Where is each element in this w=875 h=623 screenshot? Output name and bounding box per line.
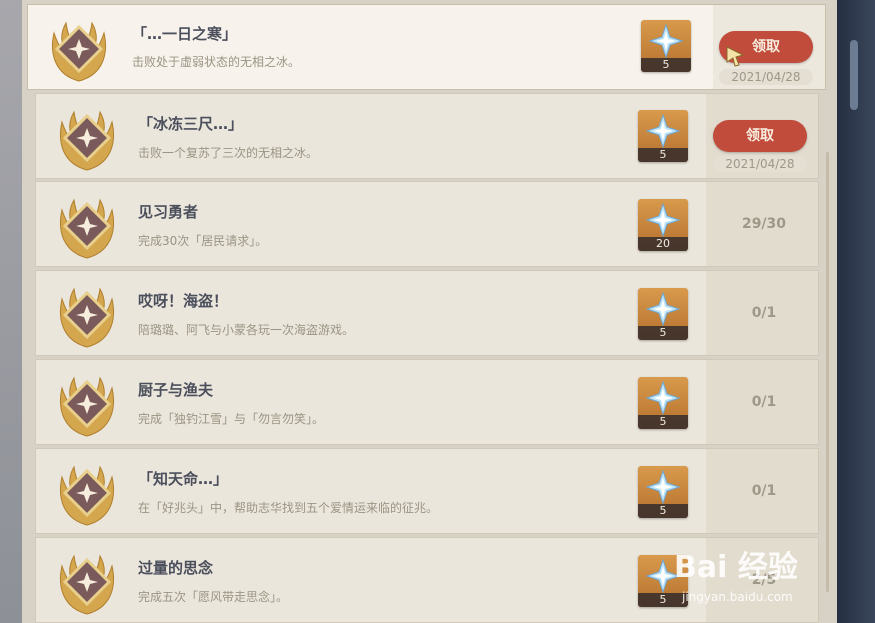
achievement-title: 「知天命…」 [138, 470, 229, 488]
achievement-title: 哎呀！海盗！ [138, 292, 229, 310]
reward-quantity: 5 [638, 415, 688, 429]
pointer-cursor-icon [726, 46, 745, 67]
achievement-row: 「知天命…」 在「好兆头」中，帮助志华找到五个爱情运来临的征兆。 5 0/1 [35, 448, 819, 534]
reward-item: 5 [638, 110, 688, 162]
reward-item: 20 [638, 199, 688, 251]
achievement-laurel-emblem-icon [59, 465, 115, 526]
completion-date: 2021/04/28 [719, 69, 813, 85]
achievement-progress: 0/1 [751, 394, 777, 410]
reward-quantity: 20 [638, 237, 688, 251]
background-left [0, 0, 22, 623]
reward-quantity: 5 [641, 58, 691, 72]
reward-item: 5 [638, 466, 688, 518]
claim-button[interactable]: 领取 [713, 120, 807, 152]
achievement-title: 「冰冻三尺…」 [138, 115, 244, 133]
achievement-title: 过量的思念 [138, 559, 214, 577]
achievement-laurel-emblem-icon [59, 198, 115, 259]
achievement-description: 在「好兆头」中，帮助志华找到五个爱情运来临的征兆。 [138, 501, 439, 515]
achievement-row: 厨子与渔夫 完成「独钓江雪」与「勿言勿笑」。 5 0/1 [35, 359, 819, 445]
watermark-url: jingyan.baidu.com [682, 590, 793, 604]
achievement-laurel-emblem-icon [59, 376, 115, 437]
reward-item: 5 [641, 20, 691, 72]
achievement-description: 击败处于虚弱状态的无相之冰。 [132, 55, 301, 69]
achievement-row: 哎呀！海盗！ 陪璐璐、阿飞与小蒙各玩一次海盗游戏。 5 0/1 [35, 270, 819, 356]
achievement-description: 完成「独钓江雪」与「勿言勿笑」。 [138, 412, 325, 426]
primogem-icon [646, 114, 680, 148]
achievement-row: 「…一日之寒」 击败处于虚弱状态的无相之冰。 5 领取 2021/04/28 [27, 4, 826, 90]
primogem-icon [646, 470, 680, 504]
achievement-row: 「冰冻三尺…」 击败一个复苏了三次的无相之冰。 5 领取 2021/04/28 [35, 93, 819, 179]
primogem-icon [646, 381, 680, 415]
achievement-laurel-emblem-icon [51, 21, 107, 82]
achievement-progress: 0/1 [751, 483, 777, 499]
reward-quantity: 5 [638, 326, 688, 340]
reward-item: 5 [638, 377, 688, 429]
achievement-description: 完成五次「愿风带走思念」。 [138, 590, 289, 604]
reward-quantity: 5 [638, 504, 688, 518]
baidu-jingyan-watermark: Bai 经验 jingyan.baidu.com [668, 530, 838, 620]
achievement-laurel-emblem-icon [59, 287, 115, 348]
reward-quantity: 5 [638, 148, 688, 162]
primogem-icon [646, 203, 680, 237]
achievement-progress: 29/30 [741, 216, 787, 232]
achievement-description: 击败一个复苏了三次的无相之冰。 [138, 146, 319, 160]
achievement-title: 厨子与渔夫 [138, 381, 214, 399]
primogem-icon [649, 24, 683, 58]
list-scrollbar[interactable] [826, 152, 829, 592]
completion-date: 2021/04/28 [713, 156, 807, 172]
achievement-laurel-emblem-icon [59, 110, 115, 171]
primogem-icon [646, 292, 680, 326]
reward-item: 5 [638, 288, 688, 340]
achievement-progress: 0/1 [751, 305, 777, 321]
watermark-logo: Bai 经验 [674, 550, 798, 585]
side-rail-handle [850, 40, 858, 110]
achievement-row: 见习勇者 完成30次「居民请求」。 20 29/30 [35, 181, 819, 267]
achievement-title: 见习勇者 [138, 203, 199, 221]
achievement-description: 陪璐璐、阿飞与小蒙各玩一次海盗游戏。 [138, 323, 355, 337]
achievement-description: 完成30次「居民请求」。 [138, 234, 268, 248]
achievement-laurel-emblem-icon [59, 554, 115, 615]
achievement-title: 「…一日之寒」 [132, 25, 238, 43]
